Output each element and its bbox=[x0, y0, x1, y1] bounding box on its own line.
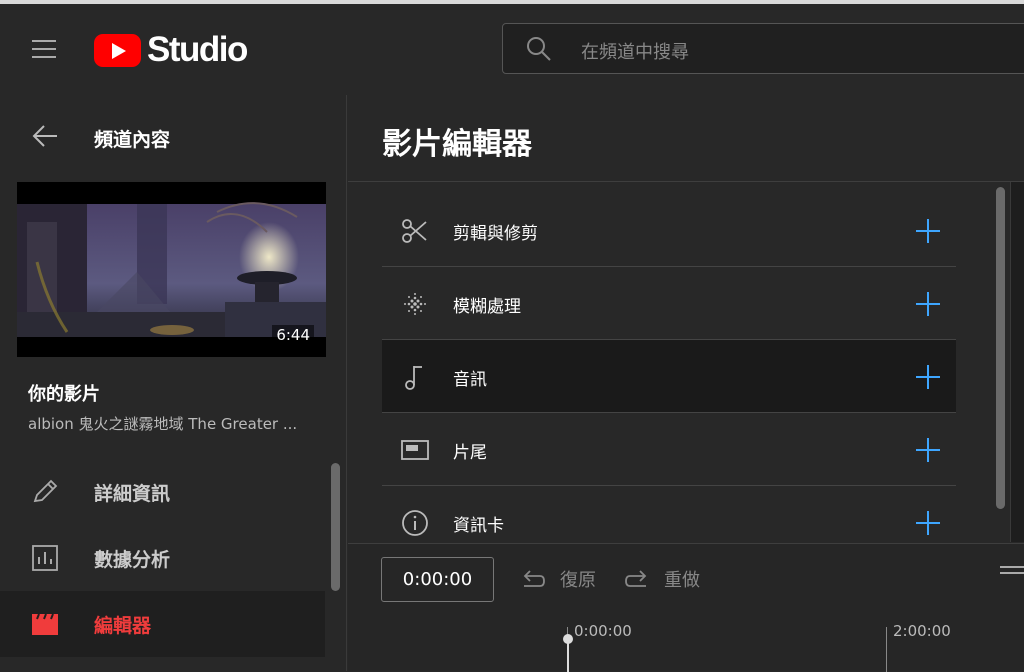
sidebar-scrollbar[interactable] bbox=[331, 463, 340, 591]
hamburger-menu-button[interactable] bbox=[28, 34, 60, 64]
add-icon[interactable] bbox=[914, 436, 942, 464]
timeline-menu-icon[interactable] bbox=[1000, 566, 1024, 580]
video-title: albion 鬼火之謎霧地域 The Greater ... bbox=[28, 415, 298, 433]
sidebar-item-editor[interactable]: 編輯器 bbox=[0, 591, 325, 657]
main-panel: 影片編輯器 剪輯與修剪 模糊處理 音訊 片尾 資訊卡 0:00:00 復原 重做… bbox=[348, 95, 1024, 672]
timeline-tick bbox=[886, 627, 887, 672]
add-icon[interactable] bbox=[914, 509, 942, 537]
pencil-icon bbox=[33, 479, 58, 503]
undo-icon bbox=[523, 570, 545, 587]
channel-search-input[interactable]: 在頻道中搜尋 bbox=[502, 23, 1024, 74]
tool-row-audio[interactable]: 音訊 bbox=[382, 340, 956, 413]
timeline-tick-label: 0:00:00 bbox=[574, 622, 632, 640]
undo-label: 復原 bbox=[560, 570, 596, 591]
timeline-tick-label: 2:00:00 bbox=[893, 622, 951, 640]
playhead[interactable] bbox=[567, 642, 569, 672]
page-title: 影片編輯器 bbox=[382, 127, 532, 162]
sidebar-item-analytics[interactable]: 數據分析 bbox=[0, 525, 325, 591]
blur-icon bbox=[404, 293, 426, 315]
end-screen-icon bbox=[401, 440, 429, 460]
redo-button[interactable]: 重做 bbox=[624, 566, 700, 592]
studio-logo[interactable]: Studio bbox=[94, 30, 248, 70]
tool-label: 音訊 bbox=[453, 370, 487, 390]
current-time-field[interactable]: 0:00:00 bbox=[381, 557, 494, 602]
sidebar-item-details[interactable]: 詳細資訊 bbox=[0, 459, 325, 525]
tool-row-end-screen[interactable]: 片尾 bbox=[382, 413, 956, 486]
undo-button[interactable]: 復原 bbox=[520, 566, 596, 592]
timeline-panel: 0:00:00 復原 重做 0:00:00 2:00:00 bbox=[348, 543, 1024, 672]
search-placeholder: 在頻道中搜尋 bbox=[581, 42, 689, 63]
sidebar-item-label: 數據分析 bbox=[94, 549, 171, 571]
info-icon bbox=[402, 510, 428, 536]
editor-tools-list: 剪輯與修剪 模糊處理 音訊 片尾 資訊卡 bbox=[382, 194, 956, 559]
clapperboard-icon bbox=[32, 613, 58, 635]
redo-label: 重做 bbox=[664, 570, 700, 591]
channel-content-link[interactable]: 頻道內容 bbox=[94, 125, 170, 152]
tool-label: 片尾 bbox=[453, 443, 487, 463]
add-icon[interactable] bbox=[914, 363, 942, 391]
tool-row-blur[interactable]: 模糊處理 bbox=[382, 267, 956, 340]
add-icon[interactable] bbox=[914, 290, 942, 318]
tool-row-trim[interactable]: 剪輯與修剪 bbox=[382, 194, 956, 267]
search-icon bbox=[527, 37, 551, 61]
preview-panel-edge bbox=[1010, 182, 1024, 542]
back-arrow-icon[interactable] bbox=[30, 123, 60, 149]
sidebar-item-label: 編輯器 bbox=[94, 615, 152, 637]
redo-icon bbox=[625, 570, 647, 587]
logo-text: Studio bbox=[147, 30, 248, 69]
music-note-icon bbox=[405, 366, 422, 390]
video-duration-badge: 6:44 bbox=[272, 325, 314, 345]
video-thumbnail[interactable]: 6:44 bbox=[17, 182, 326, 357]
tool-label: 剪輯與修剪 bbox=[453, 224, 538, 244]
analytics-icon bbox=[32, 545, 58, 571]
your-video-heading: 你的影片 bbox=[28, 384, 100, 405]
youtube-logo-icon bbox=[94, 33, 141, 67]
add-icon[interactable] bbox=[914, 217, 942, 245]
tool-label: 資訊卡 bbox=[453, 516, 504, 536]
tool-label: 模糊處理 bbox=[453, 297, 521, 317]
scissors-icon bbox=[402, 219, 427, 243]
tools-scrollbar[interactable] bbox=[996, 187, 1005, 509]
sidebar-item-label: 詳細資訊 bbox=[94, 483, 171, 505]
divider bbox=[348, 181, 1024, 182]
top-app-bar: Studio 在頻道中搜尋 bbox=[0, 4, 1024, 95]
sidebar: 頻道內容 6:44 你的影片 albion 鬼火之謎霧地域 The Greate… bbox=[0, 95, 347, 671]
